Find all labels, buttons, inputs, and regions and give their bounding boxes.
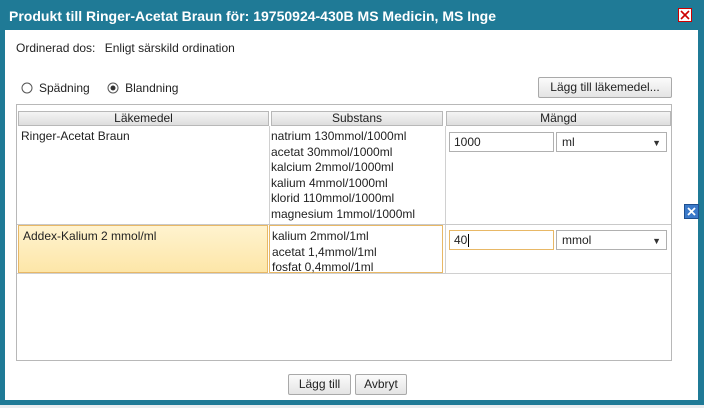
mode-radio-group: Spädning Blandning xyxy=(21,80,192,95)
dialog-window: Produkt till Ringer-Acetat Braun för: 19… xyxy=(0,0,704,405)
radio-spadning[interactable] xyxy=(21,82,33,94)
close-icon xyxy=(680,10,690,20)
table-row-2-substances: kalium 2mmol/1ml acetat 1,4mmol/1ml fosf… xyxy=(269,225,443,274)
row-divider xyxy=(17,273,671,274)
table-row-1-amount: 1000 ml ▼ xyxy=(445,126,671,224)
cancel-button[interactable]: Avbryt xyxy=(355,374,407,395)
amount-value-row-2: 40 xyxy=(454,233,468,247)
table-row-1-substances: natrium 130mmol/1000ml acetat 30mmol/100… xyxy=(269,126,445,224)
substance-line: natrium 130mmol/1000ml xyxy=(271,129,407,143)
product-table: Läkemedel Substans Mängd Ringer-Acetat B… xyxy=(16,104,672,361)
radio-blandning[interactable] xyxy=(107,82,119,94)
chevron-down-icon: ▼ xyxy=(652,138,661,148)
substance-line: klorid 110mmol/1000ml xyxy=(271,191,395,205)
substance-line: acetat 30mmol/1000ml xyxy=(271,144,393,159)
substance-line: magnesium 1mmol/1000ml xyxy=(271,206,416,221)
radio-label-blandning: Blandning xyxy=(125,80,179,95)
table-row-1-drug[interactable]: Ringer-Acetat Braun xyxy=(17,126,269,224)
substance-line: kalium 4mmol/1000ml xyxy=(271,175,388,190)
close-icon xyxy=(687,207,696,216)
ordination-label: Ordinerad dos: xyxy=(16,41,96,55)
amount-input-row-1[interactable]: 1000 xyxy=(449,132,554,152)
substance-line: kalcium 2mmol/1000ml xyxy=(271,160,394,174)
unit-value-row-2: mmol xyxy=(562,233,592,247)
substance-line: acetat 1,4mmol/1ml xyxy=(272,244,377,259)
column-header-amount[interactable]: Mängd xyxy=(446,111,671,126)
column-header-substance[interactable]: Substans xyxy=(271,111,443,126)
dialog-body: Ordinerad dos: Enligt särskild ordinatio… xyxy=(5,30,698,400)
unit-select-row-2[interactable]: mmol ▼ xyxy=(556,230,667,250)
window-title: Produkt till Ringer-Acetat Braun för: 19… xyxy=(9,8,496,24)
amount-input-row-2[interactable]: 40 xyxy=(449,230,554,250)
ordination-row: Ordinerad dos: Enligt särskild ordinatio… xyxy=(16,41,241,55)
table-row-2-amount: 40 mmol ▼ xyxy=(445,225,671,273)
radio-label-spadning: Spädning xyxy=(39,80,90,95)
chevron-down-icon: ▼ xyxy=(652,236,661,246)
close-button[interactable] xyxy=(678,8,692,22)
unit-value-row-1: ml xyxy=(562,135,575,149)
substance-line: kalium 2mmol/1ml xyxy=(272,229,369,243)
column-header-drug[interactable]: Läkemedel xyxy=(18,111,269,126)
table-row-2-drug[interactable]: Addex-Kalium 2 mmol/ml xyxy=(18,225,268,273)
text-cursor xyxy=(468,234,470,248)
ordination-value: Enligt särskild ordination xyxy=(104,41,235,55)
title-bar[interactable]: Produkt till Ringer-Acetat Braun för: 19… xyxy=(0,0,704,30)
background-close-icon[interactable] xyxy=(684,204,699,219)
add-drug-button[interactable]: Lägg till läkemedel... xyxy=(538,77,672,98)
unit-select-row-1[interactable]: ml ▼ xyxy=(556,132,667,152)
add-button[interactable]: Lägg till xyxy=(288,374,351,395)
